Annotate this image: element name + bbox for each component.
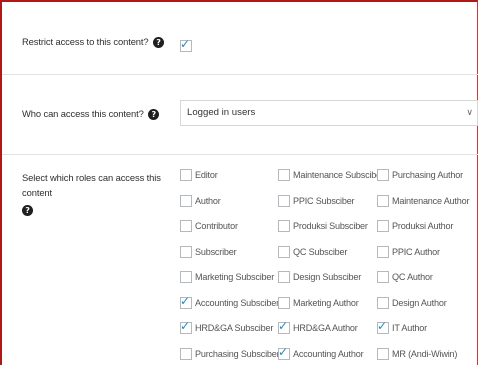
role-option[interactable]: Produksi Author — [377, 219, 453, 233]
role-checkbox[interactable] — [278, 245, 290, 258]
role-option[interactable]: PPIC Author — [377, 245, 440, 259]
role-option[interactable]: ✓ HRD&GA Author — [278, 318, 358, 335]
role-label: QC Subsciber — [293, 247, 348, 257]
role-label: IT Author — [392, 323, 427, 333]
role-label: Accounting Author — [293, 349, 364, 359]
role-option[interactable]: ✓ HRD&GA Subsciber — [180, 318, 274, 335]
role-option[interactable]: QC Author — [377, 270, 433, 284]
role-checkbox[interactable] — [180, 245, 192, 258]
roles-label: Select which roles can access this conte… — [22, 172, 161, 198]
access-level-selected-value: Logged in users — [187, 107, 256, 118]
role-option[interactable]: Maintenance Subsciber — [278, 168, 384, 182]
role-checkbox[interactable] — [180, 270, 192, 283]
role-option[interactable]: Design Subsciber — [278, 270, 361, 284]
role-label: Editor — [195, 170, 218, 180]
role-label: Purchasing Subsciber — [195, 349, 280, 359]
settings-panel: Restrict access to this content? ? ✓ Who… — [0, 0, 478, 365]
role-label: MR (Andi-Wiwin) — [392, 349, 458, 359]
role-label: Marketing Author — [293, 298, 359, 308]
role-option[interactable]: Marketing Author — [278, 296, 359, 310]
role-checkbox[interactable] — [180, 347, 192, 360]
role-checkbox[interactable] — [278, 168, 290, 181]
role-option[interactable]: ✓ Accounting Subsciber — [180, 293, 279, 310]
role-option[interactable]: ✓ Accounting Author — [278, 344, 364, 361]
role-checkbox[interactable] — [377, 296, 389, 309]
role-option[interactable]: Design Author — [377, 296, 447, 310]
role-label: Contributor — [195, 221, 238, 231]
role-checkbox[interactable] — [377, 194, 389, 207]
role-label: Design Subsciber — [293, 272, 362, 282]
role-option[interactable]: Subscriber — [180, 245, 237, 259]
role-checkbox[interactable] — [377, 219, 389, 232]
checkmark-icon: ✓ — [377, 318, 387, 333]
role-label: PPIC Author — [392, 247, 440, 257]
restrict-access-label: Restrict access to this content? — [22, 36, 149, 47]
access-level-select[interactable]: Logged in users ∨ — [180, 100, 478, 126]
role-checkbox[interactable]: ✓ — [180, 318, 192, 334]
restrict-access-label-wrap: Restrict access to this content? ? — [22, 34, 165, 49]
role-option[interactable]: Author — [180, 194, 221, 208]
role-checkbox[interactable]: ✓ — [377, 318, 389, 334]
role-checkbox[interactable] — [278, 270, 290, 283]
role-checkbox[interactable] — [377, 347, 389, 360]
role-label: Subscriber — [195, 247, 237, 257]
role-option[interactable]: Contributor — [180, 219, 238, 233]
who-can-access-label-wrap: Who can access this content? ? — [22, 106, 160, 121]
role-label: QC Author — [392, 272, 433, 282]
question-circle-icon[interactable]: ? — [148, 109, 160, 121]
checkmark-icon: ✓ — [278, 318, 288, 333]
role-option[interactable]: PPIC Subsciber — [278, 194, 355, 208]
role-checkbox[interactable] — [377, 245, 389, 258]
chevron-down-icon[interactable]: ∨ — [466, 101, 473, 125]
checkmark-icon: ✓ — [180, 318, 190, 333]
role-checkbox[interactable] — [377, 168, 389, 181]
role-label: HRD&GA Subsciber — [195, 323, 274, 333]
checkmark-icon: ✓ — [278, 344, 288, 359]
checkmark-icon: ✓ — [180, 37, 191, 51]
role-label: Produksi Author — [392, 221, 454, 231]
role-checkbox[interactable] — [180, 194, 192, 207]
role-label: PPIC Subsciber — [293, 196, 355, 206]
role-checkbox[interactable] — [278, 219, 290, 232]
role-label: Maintenance Subsciber — [293, 170, 384, 180]
role-label: Marketing Subsciber — [195, 272, 275, 282]
role-label: HRD&GA Author — [293, 323, 358, 333]
role-checkbox[interactable] — [180, 168, 192, 181]
roles-label-wrap: Select which roles can access this conte… — [22, 170, 172, 217]
role-checkbox[interactable]: ✓ — [180, 293, 192, 309]
checkmark-icon: ✓ — [180, 293, 190, 308]
restrict-access-checkbox[interactable]: ✓ — [180, 37, 192, 52]
role-label: Accounting Subsciber — [195, 298, 279, 308]
role-option[interactable]: Maintenance Author — [377, 194, 469, 208]
role-option[interactable]: QC Subsciber — [278, 245, 347, 259]
role-checkbox[interactable]: ✓ — [278, 344, 290, 360]
role-label: Maintenance Author — [392, 196, 470, 206]
role-option[interactable]: Purchasing Author — [377, 168, 463, 182]
role-checkbox[interactable] — [278, 296, 290, 309]
role-label: Purchasing Author — [392, 170, 463, 180]
role-option[interactable]: Marketing Subsciber — [180, 270, 274, 284]
role-option[interactable]: MR (Andi-Wiwin) — [377, 347, 457, 361]
restrict-access-row: Restrict access to this content? ? ✓ — [2, 2, 478, 74]
role-checkbox[interactable] — [180, 219, 192, 232]
who-can-access-label: Who can access this content? — [22, 108, 144, 119]
role-label: Design Author — [392, 298, 447, 308]
role-option[interactable]: ✓ IT Author — [377, 318, 427, 335]
role-label: Author — [195, 196, 221, 206]
role-label: Produksi Subsciber — [293, 221, 368, 231]
role-checkbox[interactable] — [377, 270, 389, 283]
question-circle-icon[interactable]: ? — [153, 37, 165, 49]
role-checkbox[interactable]: ✓ — [278, 318, 290, 334]
role-option[interactable]: Editor — [180, 168, 218, 182]
question-circle-icon[interactable]: ? — [22, 205, 33, 217]
role-checkbox[interactable] — [278, 194, 290, 207]
role-option[interactable]: Purchasing Subsciber — [180, 347, 280, 361]
role-option[interactable]: Produksi Subsciber — [278, 219, 368, 233]
